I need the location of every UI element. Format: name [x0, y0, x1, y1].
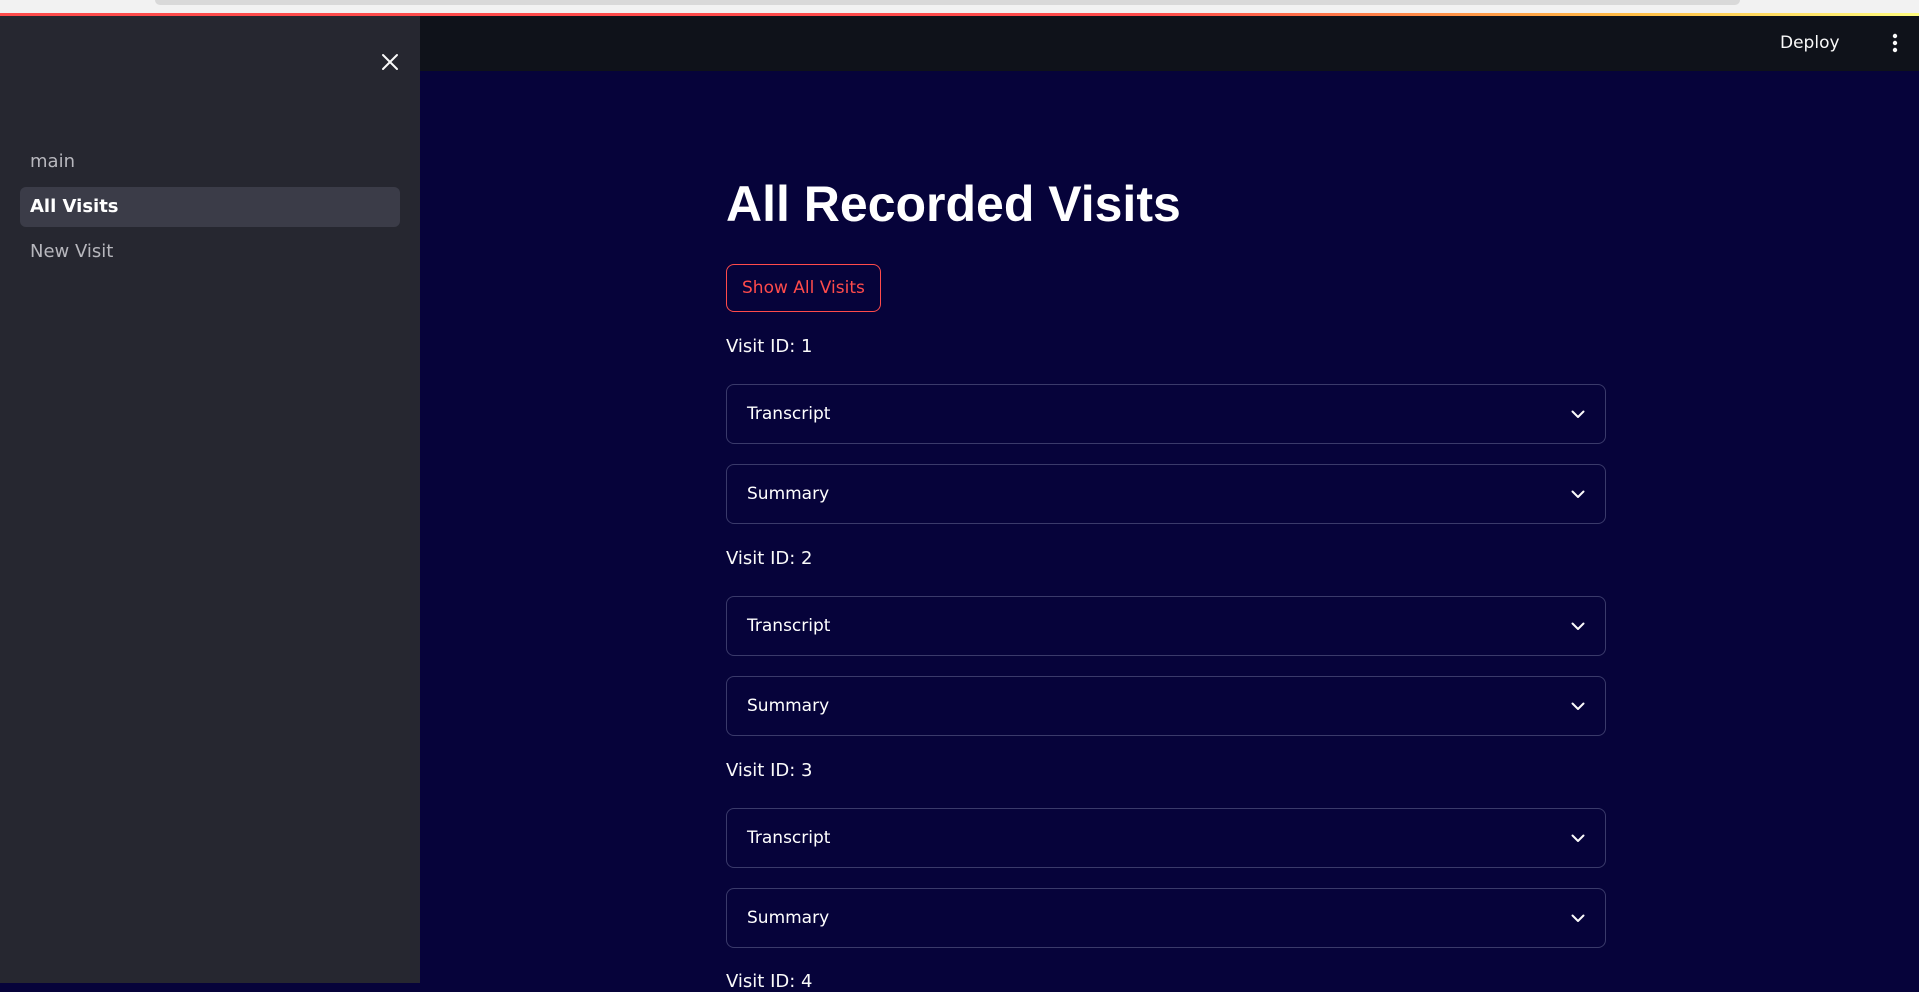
sidebar-nav: main All Visits New Visit — [20, 142, 400, 277]
visit-id-label: Visit ID: 2 — [726, 548, 813, 569]
chevron-down-icon — [1571, 622, 1585, 631]
show-all-visits-button[interactable]: Show All Visits — [726, 264, 881, 312]
summary-expander[interactable]: Summary — [726, 676, 1606, 736]
chevron-down-icon — [1571, 834, 1585, 843]
expander-label: Summary — [747, 908, 830, 928]
browser-tab-bar — [155, 0, 1740, 5]
main-menu-button[interactable] — [1880, 28, 1910, 58]
page-title: All Recorded Visits — [726, 176, 1181, 232]
expander-label: Summary — [747, 484, 830, 504]
chevron-down-icon — [1571, 702, 1585, 711]
expander-label: Summary — [747, 696, 830, 716]
app-header — [420, 16, 1919, 71]
visit-id-label: Visit ID: 1 — [726, 336, 813, 357]
close-icon — [382, 54, 398, 70]
chevron-down-icon — [1571, 490, 1585, 499]
visit-id-label: Visit ID: 4 — [726, 971, 813, 992]
sidebar-item-all-visits[interactable]: All Visits — [20, 187, 400, 227]
expander-label: Transcript — [747, 828, 831, 848]
more-vert-icon — [1892, 33, 1898, 53]
visit-id-label: Visit ID: 3 — [726, 760, 813, 781]
chevron-down-icon — [1571, 914, 1585, 923]
sidebar-item-new-visit[interactable]: New Visit — [20, 232, 400, 272]
browser-top-stripe — [0, 0, 1919, 16]
sidebar-item-main[interactable]: main — [20, 142, 400, 182]
sidebar: main All Visits New Visit — [0, 16, 420, 983]
summary-expander[interactable]: Summary — [726, 888, 1606, 948]
chevron-down-icon — [1571, 410, 1585, 419]
expander-label: Transcript — [747, 404, 831, 424]
deploy-button[interactable]: Deploy — [1780, 26, 1840, 60]
expander-label: Transcript — [747, 616, 831, 636]
transcript-expander[interactable]: Transcript — [726, 596, 1606, 656]
close-sidebar-button[interactable] — [374, 46, 406, 78]
summary-expander[interactable]: Summary — [726, 464, 1606, 524]
transcript-expander[interactable]: Transcript — [726, 808, 1606, 868]
transcript-expander[interactable]: Transcript — [726, 384, 1606, 444]
